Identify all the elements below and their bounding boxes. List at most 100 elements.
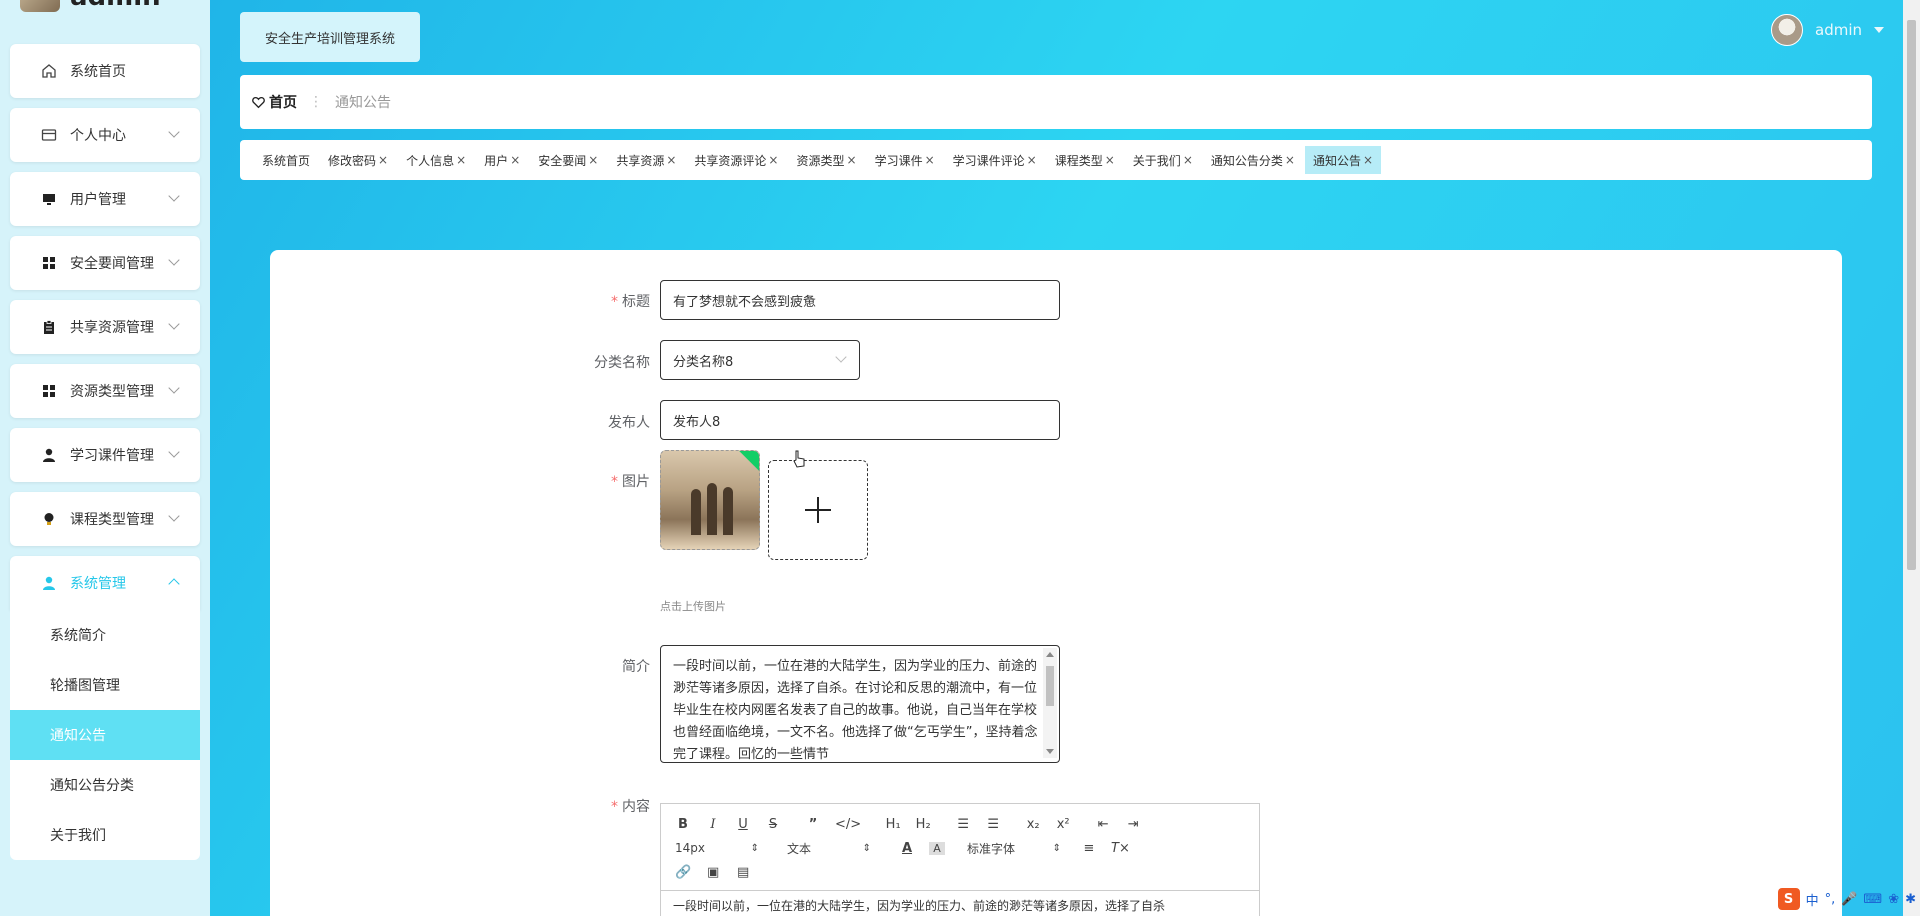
tab-9[interactable]: 学习课件评论 ×	[945, 146, 1045, 174]
tab-6[interactable]: 共享资源评论 ×	[686, 146, 786, 174]
sidebar-item-resource-types[interactable]: 资源类型管理	[10, 364, 200, 418]
category-select[interactable]: 分类名称8	[660, 340, 860, 380]
close-icon[interactable]: ×	[588, 153, 598, 167]
tab-label: 通知公告	[1312, 153, 1361, 168]
underline-icon[interactable]: U	[735, 817, 751, 832]
sidebar-item-users[interactable]: 用户管理	[10, 172, 200, 226]
heading2-icon[interactable]: H₂	[915, 817, 931, 832]
code-icon[interactable]: </>	[835, 817, 861, 832]
upload-image-button[interactable]	[768, 460, 868, 560]
submenu-item-notice-categories[interactable]: 通知公告分类	[10, 760, 200, 810]
system-title-button[interactable]: 安全生产培训管理系统	[240, 12, 420, 62]
background-color-icon[interactable]: A	[929, 841, 945, 855]
font-family-select[interactable]: 标准字体 ⇕	[967, 840, 1061, 857]
close-icon[interactable]: ×	[925, 153, 935, 167]
page-scrollbar[interactable]	[1903, 0, 1920, 916]
sidebar-item-label: 学习课件管理	[70, 448, 154, 464]
sidebar-item-shared-resources[interactable]: 共享资源管理	[10, 300, 200, 354]
close-icon[interactable]: ×	[1027, 153, 1037, 167]
submenu-item-about[interactable]: 关于我们	[10, 810, 200, 860]
close-icon[interactable]: ×	[847, 153, 857, 167]
submenu-item-system-intro[interactable]: 系统简介	[10, 610, 200, 660]
editor-toolbar-row-2: 14px ⇕ 文本 ⇕ A A 标准字体 ⇕ ≡ T×	[661, 836, 1259, 860]
close-icon[interactable]: ×	[1363, 153, 1373, 167]
tab-1[interactable]: 修改密码 ×	[320, 146, 396, 174]
tab-label: 关于我们	[1132, 153, 1181, 168]
tab-4[interactable]: 安全要闻 ×	[530, 146, 606, 174]
tab-2[interactable]: 个人信息 ×	[398, 146, 474, 174]
close-icon[interactable]: ×	[378, 153, 388, 167]
submenu-item-carousel[interactable]: 轮播图管理	[10, 660, 200, 710]
superscript-icon[interactable]: x²	[1055, 817, 1071, 832]
close-icon[interactable]: ×	[666, 153, 676, 167]
gear-icon[interactable]: ✱	[1905, 892, 1916, 907]
caret-down-icon[interactable]	[1874, 27, 1884, 33]
sidebar-item-label: 安全要闻管理	[70, 256, 154, 272]
uploaded-image[interactable]	[660, 450, 760, 550]
ime-lang[interactable]: 中	[1806, 890, 1819, 909]
font-size-select[interactable]: 14px ⇕	[675, 841, 759, 855]
publisher-input[interactable]: 发布人8	[660, 400, 1060, 440]
tab-3[interactable]: 用户 ×	[476, 146, 528, 174]
intro-label: 简介	[622, 659, 650, 675]
close-icon[interactable]: ×	[1285, 153, 1295, 167]
align-icon[interactable]: ≡	[1081, 841, 1097, 856]
sidebar-item-label: 课程类型管理	[70, 512, 154, 528]
heading1-icon[interactable]: H₁	[885, 817, 901, 832]
editor-body[interactable]: 一段时间以前，一位在港的大陆学生，因为学业的压力、前途的渺茫等诸多原因，选择了自…	[661, 890, 1259, 916]
mic-icon[interactable]: 🎤	[1841, 892, 1857, 907]
intro-textarea[interactable]: 一段时间以前，一位在港的大陆学生，因为学业的压力、前途的渺茫等诸多原因，选择了自…	[660, 645, 1060, 763]
sidebar-item-home[interactable]: 系统首页	[10, 44, 200, 98]
indent-icon[interactable]: ⇥	[1125, 817, 1141, 832]
sidebar-item-label: 个人中心	[70, 128, 126, 144]
clipboard-icon	[40, 318, 58, 336]
tab-0[interactable]: 系统首页	[254, 146, 318, 174]
tab-8[interactable]: 学习课件 ×	[867, 146, 943, 174]
sidebar-item-course-types[interactable]: 课程类型管理	[10, 492, 200, 546]
username[interactable]: admin	[1815, 21, 1862, 39]
tab-12[interactable]: 通知公告分类 ×	[1203, 146, 1303, 174]
breadcrumb-home[interactable]: 首页	[252, 92, 297, 112]
italic-icon[interactable]: I	[705, 817, 721, 832]
image-icon[interactable]: ▣	[705, 865, 721, 880]
bold-icon[interactable]: B	[675, 817, 691, 832]
tab-11[interactable]: 关于我们 ×	[1125, 146, 1201, 174]
punctuation-icon[interactable]: °,	[1825, 892, 1836, 907]
block-type-select[interactable]: 文本 ⇕	[787, 840, 871, 857]
title-input[interactable]: 有了梦想就不会感到疲惫	[660, 280, 1060, 320]
user-menu[interactable]: admin	[1771, 14, 1884, 46]
tab-7[interactable]: 资源类型 ×	[788, 146, 864, 174]
rich-text-editor[interactable]: B I U S ” </> H₁ H₂ ☰ ☰ x₂ x² ⇤ ⇥ 14px ⇕ …	[660, 803, 1260, 916]
textarea-scrollbar[interactable]	[1043, 648, 1057, 758]
tab-10[interactable]: 课程类型 ×	[1047, 146, 1123, 174]
submenu-item-notices[interactable]: 通知公告	[10, 710, 200, 760]
tab-5[interactable]: 共享资源 ×	[608, 146, 684, 174]
clear-format-icon[interactable]: T×	[1111, 841, 1130, 856]
close-icon[interactable]: ×	[510, 153, 520, 167]
avatar[interactable]	[1771, 14, 1803, 46]
ime-toolbar[interactable]: S 中 °, 🎤 ⌨ ❀ ✱	[1777, 886, 1916, 912]
sidebar-item-courseware[interactable]: 学习课件管理	[10, 428, 200, 482]
blockquote-icon[interactable]: ”	[805, 817, 821, 832]
close-icon[interactable]: ×	[1105, 153, 1115, 167]
ordered-list-icon[interactable]: ☰	[955, 817, 971, 832]
font-color-icon[interactable]: A	[899, 841, 915, 856]
link-icon[interactable]: 🔗	[675, 865, 691, 880]
sidebar-item-safety-news[interactable]: 安全要闻管理	[10, 236, 200, 290]
subscript-icon[interactable]: x₂	[1025, 817, 1041, 832]
tab-label: 用户	[484, 153, 509, 168]
chevron-down-icon	[168, 382, 180, 394]
sidebar-item-system[interactable]: 系统管理	[10, 556, 200, 610]
video-icon[interactable]: ▤	[735, 865, 751, 880]
bullet-list-icon[interactable]: ☰	[985, 817, 1001, 832]
brand-title: admin	[70, 0, 161, 12]
sidebar-item-profile[interactable]: 个人中心	[10, 108, 200, 162]
close-icon[interactable]: ×	[768, 153, 778, 167]
close-icon[interactable]: ×	[1183, 153, 1193, 167]
skin-icon[interactable]: ❀	[1888, 892, 1899, 907]
close-icon[interactable]: ×	[456, 153, 466, 167]
tab-13[interactable]: 通知公告 ×	[1304, 146, 1382, 174]
outdent-icon[interactable]: ⇤	[1095, 817, 1111, 832]
keyboard-icon[interactable]: ⌨	[1863, 892, 1882, 907]
strike-icon[interactable]: S	[765, 817, 781, 832]
